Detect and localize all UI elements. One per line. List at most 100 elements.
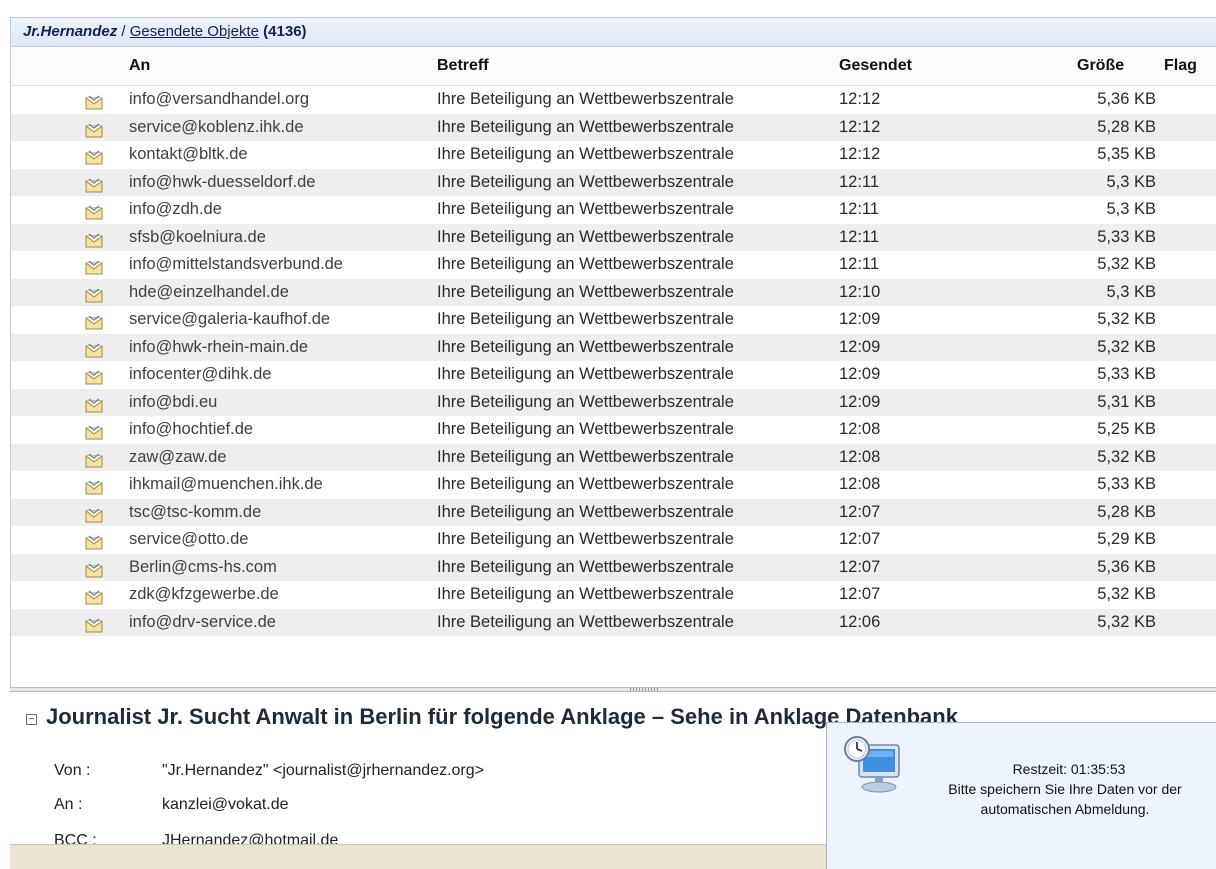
row-sent-time: 12:07 (839, 530, 881, 548)
sent-mail-icon (85, 340, 103, 357)
row-subject: Ihre Beteiligung an Wettbewerbszentrale (437, 282, 734, 301)
table-row[interactable]: tsc@tsc-komm.de Ihre Beteiligung an Wettb… (11, 498, 1216, 526)
collapse-icon[interactable]: − (26, 714, 37, 725)
row-sent-time: 12:09 (839, 365, 881, 383)
folder-breadcrumb: Jr.Hernandez / Gesendete Objekte (4136) (10, 17, 1216, 47)
row-size: 5,31 KB (1097, 392, 1156, 411)
sent-mail-icon (85, 120, 103, 137)
table-row[interactable]: info@hwk-rhein-main.de Ihre Beteiligung a… (11, 333, 1216, 361)
row-sent-time: 12:09 (839, 310, 881, 328)
splitter-grip[interactable] (630, 688, 660, 691)
row-subject: Ihre Beteiligung an Wettbewerbszentrale (437, 255, 734, 273)
column-header-row: An Betreff Gesendet Größe Flag (11, 47, 1216, 86)
bcc-label: BCC : (54, 832, 97, 844)
folder-link-sent-items[interactable]: Gesendete Objekte (130, 23, 259, 40)
row-subject: Ihre Beteiligung an Wettbewerbszentrale (437, 420, 734, 438)
sent-mail-icon (85, 532, 103, 550)
sent-mail-icon (85, 395, 103, 412)
row-sent-time: 12:06 (839, 612, 881, 631)
table-row[interactable]: info@versandhandel.org Ihre Beteiligung a… (11, 86, 1216, 114)
table-row[interactable]: info@drv-service.de Ihre Beteiligung an W… (11, 608, 1216, 636)
row-sent-time: 12:08 (839, 447, 881, 466)
message-rows: info@versandhandel.org Ihre Beteiligung a… (11, 86, 1216, 636)
table-row[interactable]: service@galeria-kaufhof.de Ihre Beteiligu… (11, 306, 1216, 334)
row-sent-time: 12:12 (839, 90, 881, 108)
row-sent-time: 12:07 (839, 585, 881, 603)
table-row[interactable]: service@otto.de Ihre Beteiligung an Wettb… (11, 526, 1216, 554)
remaining-time: Restzeit: 01:35:53 (1012, 761, 1126, 777)
row-subject: Ihre Beteiligung an Wettbewerbszentrale (437, 612, 734, 631)
table-row[interactable]: zaw@zaw.de Ihre Beteiligung an Wettbewerb… (11, 443, 1216, 471)
column-header-flag[interactable]: Flag (1164, 47, 1197, 85)
sent-mail-icon (85, 587, 103, 605)
sent-mail-icon (85, 92, 103, 110)
row-subject: Ihre Beteiligung an Wettbewerbszentrale (437, 200, 734, 218)
row-size: 5,35 KB (1097, 145, 1156, 163)
sent-mail-icon (85, 615, 103, 632)
row-size: 5,3 KB (1106, 172, 1156, 191)
row-size: 5,36 KB (1097, 90, 1156, 108)
row-subject: Ihre Beteiligung an Wettbewerbszentrale (437, 557, 734, 576)
row-sent-time: 12:08 (839, 420, 881, 438)
row-size: 5,32 KB (1097, 612, 1156, 631)
row-recipient: info@hochtief.de (129, 420, 254, 438)
table-row[interactable]: zdk@kfzgewerbe.de Ihre Beteiligung an Wet… (11, 581, 1216, 609)
row-subject: Ihre Beteiligung an Wettbewerbszentrale (437, 227, 734, 246)
column-header-size[interactable]: Größe (1077, 47, 1124, 85)
row-recipient: zdk@kfzgewerbe.de (129, 585, 279, 603)
row-sent-time: 12:12 (839, 117, 881, 136)
row-recipient: service@galeria-kaufhof.de (129, 310, 331, 328)
sent-mail-icon (85, 477, 103, 495)
column-header-subject[interactable]: Betreff (437, 47, 489, 85)
logout-warning-line1: Bitte speichern Sie Ihre Daten vor der (948, 781, 1182, 797)
sent-mail-icon (85, 175, 103, 192)
row-subject: Ihre Beteiligung an Wettbewerbszentrale (437, 392, 734, 411)
row-recipient: info@hwk-duesseldorf.de (129, 172, 316, 191)
table-row[interactable]: hde@einzelhandel.de Ihre Beteiligung an W… (11, 278, 1216, 306)
row-recipient: Berlin@cms-hs.com (129, 557, 277, 576)
session-timeout-notification[interactable]: Restzeit: 01:35:53 Bitte speichern Sie I… (826, 722, 1216, 869)
row-size: 5,29 KB (1097, 530, 1156, 548)
row-recipient: info@zdh.de (129, 200, 222, 218)
breadcrumb-separator: / (117, 23, 130, 40)
table-row[interactable]: info@mittelstandsverbund.de Ihre Beteilig… (11, 251, 1216, 279)
row-recipient: zaw@zaw.de (129, 447, 227, 466)
row-sent-time: 12:12 (839, 145, 881, 163)
row-sent-time: 12:08 (839, 475, 881, 493)
row-subject: Ihre Beteiligung an Wettbewerbszentrale (437, 337, 734, 356)
row-size: 5,33 KB (1097, 475, 1156, 493)
row-subject: Ihre Beteiligung an Wettbewerbszentrale (437, 447, 734, 466)
column-header-sent[interactable]: Gesendet (839, 47, 912, 85)
to-label: An : (54, 796, 83, 813)
table-row[interactable]: info@bdi.eu Ihre Beteiligung an Wettbewer… (11, 388, 1216, 416)
row-recipient: service@otto.de (129, 530, 249, 548)
table-row[interactable]: sfsb@koelniura.de Ihre Beteiligung an Wet… (11, 223, 1216, 251)
sent-mail-icon (85, 202, 103, 220)
row-recipient: sfsb@koelniura.de (129, 227, 266, 246)
table-row[interactable]: kontakt@bltk.de Ihre Beteiligung an Wettb… (11, 141, 1216, 169)
table-row[interactable]: Berlin@cms-hs.com Ihre Beteiligung an Wet… (11, 553, 1216, 581)
to-value[interactable]: kanzlei@vokat.de (162, 796, 289, 814)
sent-mail-icon (85, 147, 103, 165)
table-row[interactable]: infocenter@dihk.de Ihre Beteiligung an We… (11, 361, 1216, 389)
logout-warning-line2: automatischen Abmeldung. (980, 801, 1150, 817)
row-sent-time: 12:11 (839, 255, 880, 273)
table-row[interactable]: ihkmail@muenchen.ihk.de Ihre Beteiligung … (11, 471, 1216, 499)
column-header-to[interactable]: An (129, 47, 150, 85)
row-size: 5,3 KB (1106, 282, 1156, 301)
row-recipient: tsc@tsc-komm.de (129, 502, 262, 521)
row-size: 5,32 KB (1097, 310, 1156, 328)
table-row[interactable]: info@hochtief.de Ihre Beteiligung an Wett… (11, 416, 1216, 444)
bcc-value[interactable]: JHernandez@hotmail.de (162, 832, 338, 844)
table-row[interactable]: info@zdh.de Ihre Beteiligung an Wettbewer… (11, 196, 1216, 224)
table-row[interactable]: info@hwk-duesseldorf.de Ihre Beteiligung … (11, 168, 1216, 196)
table-row[interactable]: service@koblenz.ihk.de Ihre Beteiligung a… (11, 113, 1216, 141)
session-timer-computer-icon (844, 736, 900, 793)
row-size: 5,32 KB (1097, 337, 1156, 356)
row-sent-time: 12:11 (839, 172, 880, 191)
row-sent-time: 12:09 (839, 392, 881, 411)
from-value[interactable]: "Jr.Hernandez" <journalist@jrhernandez.o… (162, 762, 484, 780)
row-recipient: info@versandhandel.org (129, 90, 310, 108)
row-recipient: info@drv-service.de (129, 612, 276, 631)
row-sent-time: 12:07 (839, 557, 881, 576)
